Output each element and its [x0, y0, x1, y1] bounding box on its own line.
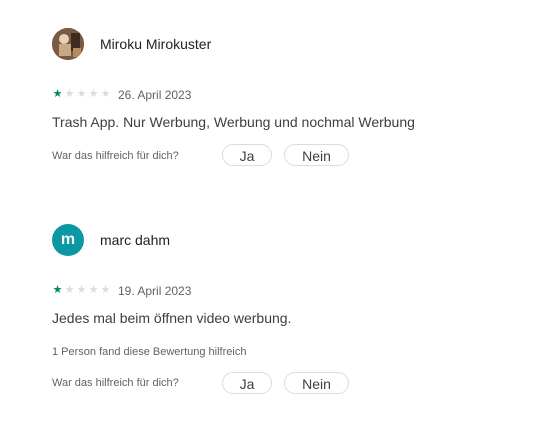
avatar: m: [52, 224, 84, 256]
star-icon: ★: [88, 88, 99, 100]
star-icon: ★: [52, 284, 63, 296]
avatar: [52, 28, 84, 60]
helpful-yes-button[interactable]: Ja: [222, 372, 272, 394]
review-date: 26. April 2023: [118, 88, 192, 102]
review-card: Miroku Mirokuster ★ ★ ★ ★ ★ 26. April 20…: [0, 0, 549, 200]
helpful-no-button[interactable]: Nein: [284, 144, 349, 166]
star-icon: ★: [76, 284, 87, 296]
helpful-yes-button[interactable]: Ja: [222, 144, 272, 166]
review-date: 19. April 2023: [118, 284, 192, 298]
reviewer-name: marc dahm: [100, 232, 171, 248]
review-card: m marc dahm ★ ★ ★ ★ ★ 19. April 2023 Jed…: [0, 196, 549, 396]
review-text: Jedes mal beim öffnen video werbung.: [52, 310, 292, 326]
star-icon: ★: [76, 88, 87, 100]
helpful-question: War das hilfreich für dich?: [52, 377, 179, 389]
helpful-no-button[interactable]: Nein: [284, 372, 349, 394]
reviewer-name: Miroku Mirokuster: [100, 36, 212, 52]
rating-stars: ★ ★ ★ ★ ★: [52, 88, 111, 100]
user-photo-icon: [52, 28, 84, 60]
star-icon: ★: [100, 284, 111, 296]
star-icon: ★: [64, 88, 75, 100]
star-icon: ★: [100, 88, 111, 100]
review-text: Trash App. Nur Werbung, Werbung und noch…: [52, 114, 415, 130]
star-icon: ★: [88, 284, 99, 296]
rating-stars: ★ ★ ★ ★ ★: [52, 284, 111, 296]
helpful-count: 1 Person fand diese Bewertung hilfreich: [52, 346, 247, 358]
star-icon: ★: [64, 284, 75, 296]
star-icon: ★: [52, 88, 63, 100]
helpful-question: War das hilfreich für dich?: [52, 150, 179, 162]
